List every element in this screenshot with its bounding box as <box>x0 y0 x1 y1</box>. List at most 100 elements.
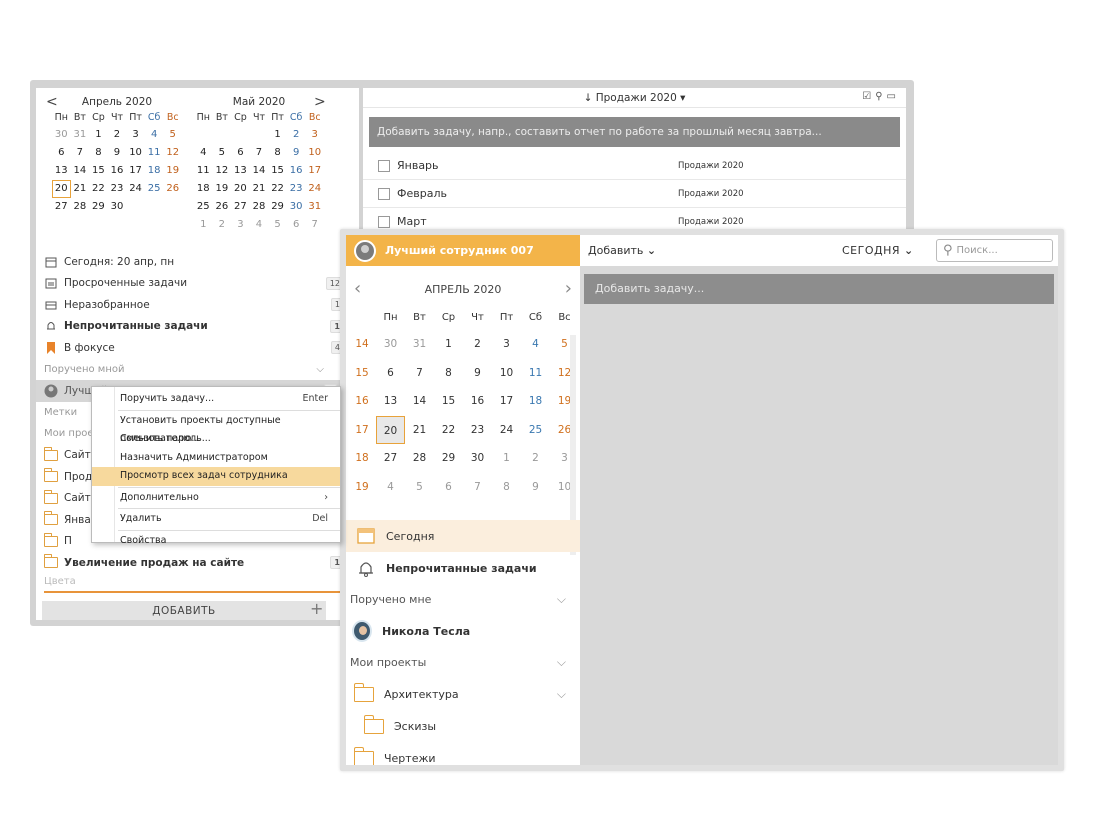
add-dropdown[interactable]: Добавить ⌄ <box>588 244 656 257</box>
current-user-header[interactable]: Лучший сотрудник 007 <box>346 235 580 266</box>
calendar-day[interactable]: 10 <box>492 359 521 388</box>
calendar-day[interactable]: 13 <box>52 162 71 180</box>
sidebar-item-focus[interactable]: В фокусе 4 <box>44 337 344 359</box>
project-sketches[interactable]: Эскизы <box>346 710 580 742</box>
calendar-day[interactable]: 20 <box>231 180 250 198</box>
calendar-day[interactable]: 20 <box>376 415 405 444</box>
add-task-input[interactable]: Добавить задачу, напр., составить отчет … <box>369 117 900 147</box>
calendar-day[interactable]: 20 <box>52 180 71 198</box>
sidebar-item-unsorted[interactable]: Неразобранное 1 <box>44 294 344 316</box>
calendar-day[interactable]: 7 <box>305 216 324 234</box>
menu-item-assign-task[interactable]: Поручить задачу... Enter <box>92 390 340 409</box>
calendar-day[interactable]: 12 <box>163 144 182 162</box>
calendar-day[interactable]: 18 <box>145 162 164 180</box>
calendar-day[interactable]: 25 <box>145 180 164 198</box>
calendar-day[interactable]: 25 <box>194 198 213 216</box>
calendar-day[interactable]: 31 <box>405 330 434 359</box>
calendar-day[interactable]: 21 <box>250 180 269 198</box>
calendar-day[interactable]: 4 <box>521 330 550 359</box>
menu-item-make-admin[interactable]: Назначить Администратором <box>92 449 340 468</box>
calendar-day[interactable]: 27 <box>231 198 250 216</box>
calendar-day[interactable]: 19 <box>163 162 182 180</box>
calendar-day[interactable]: 26 <box>213 198 232 216</box>
calendar-day[interactable]: 31 <box>71 126 90 144</box>
calendar-day[interactable]: 2 <box>463 330 492 359</box>
calendar-day[interactable]: 19 <box>213 180 232 198</box>
project-architecture[interactable]: Архитектура ⌵ <box>346 678 580 710</box>
section-colors[interactable]: Цвета <box>44 574 344 590</box>
calendar-day[interactable]: 6 <box>231 144 250 162</box>
calendar-day[interactable]: 14 <box>250 162 269 180</box>
calendar-day[interactable]: 6 <box>434 473 463 502</box>
menu-item-properties[interactable]: Свойства <box>92 532 340 551</box>
calendar-day[interactable]: 28 <box>405 444 434 473</box>
calendar-day[interactable]: 9 <box>108 144 127 162</box>
calendar-day[interactable]: 24 <box>492 416 521 445</box>
calendar-day[interactable]: 14 <box>71 162 90 180</box>
calendar-day[interactable]: 18 <box>521 387 550 416</box>
calendar-day[interactable]: 23 <box>108 180 127 198</box>
calendar-day[interactable]: 6 <box>287 216 306 234</box>
sidebar-item-unread[interactable]: Непрочитанные задачи 1 <box>44 316 344 338</box>
today-dropdown[interactable]: СЕГОДНЯ ⌄ <box>842 244 914 257</box>
calendar-day[interactable]: 17 <box>492 387 521 416</box>
calendar-day[interactable]: 27 <box>52 198 71 216</box>
calendar-day[interactable]: 22 <box>434 416 463 445</box>
section-assigned-to-me[interactable]: Поручено мне ⌵ <box>346 584 580 615</box>
task-checkbox[interactable] <box>378 159 390 172</box>
menu-item-set-projects[interactable]: Установить проекты доступные пользовател… <box>92 412 340 445</box>
calendar-day[interactable]: 9 <box>463 359 492 388</box>
calendar-day[interactable]: 2 <box>108 126 127 144</box>
task-row[interactable]: Январь Продажи 2020 <box>363 152 906 180</box>
calendar-day[interactable]: 5 <box>405 473 434 502</box>
calendar-day[interactable]: 13 <box>231 162 250 180</box>
plus-icon[interactable]: + <box>310 599 323 618</box>
calendar-day[interactable]: 23 <box>287 180 306 198</box>
sidebar-item-overdue[interactable]: Просроченные задачи 12 <box>44 273 344 295</box>
calendar-day[interactable]: 21 <box>71 180 90 198</box>
calendar-day[interactable]: 15 <box>268 162 287 180</box>
calendar-icon[interactable]: ▭ <box>887 91 896 102</box>
sidebar-item-unread[interactable]: Непрочитанные задачи <box>346 552 580 584</box>
calendar-day[interactable]: 5 <box>268 216 287 234</box>
calendar-day[interactable]: 30 <box>463 444 492 473</box>
calendar-day[interactable]: 5 <box>213 144 232 162</box>
chevron-right-icon[interactable]: › <box>565 277 572 301</box>
calendar-day[interactable]: 2 <box>521 444 550 473</box>
calendar-day[interactable]: 7 <box>250 144 269 162</box>
calendar-day[interactable]: 14 <box>405 387 434 416</box>
calendar-day[interactable]: 3 <box>492 330 521 359</box>
calendar-day[interactable]: 30 <box>376 330 405 359</box>
project-title-dropdown[interactable]: ↓ Продажи 2020 ▾ <box>584 92 686 104</box>
menu-item-view-all-tasks[interactable]: Просмотр всех задач сотрудника <box>92 467 340 486</box>
calendar-day[interactable]: 7 <box>463 473 492 502</box>
section-assigned-by-me[interactable]: Поручено мной ⌵ <box>44 359 344 381</box>
calendar-day[interactable]: 24 <box>126 180 145 198</box>
sidebar-item-person[interactable]: Никола Тесла <box>346 615 580 647</box>
calendar-day[interactable]: 28 <box>71 198 90 216</box>
calendar-day[interactable]: 16 <box>287 162 306 180</box>
search-icon[interactable]: ⚲ <box>875 91 882 102</box>
search-input[interactable]: ⚲ Поиск... <box>936 239 1053 262</box>
calendar-day[interactable]: 30 <box>108 198 127 216</box>
calendar-day[interactable]: 2 <box>287 126 306 144</box>
calendar-day[interactable]: 9 <box>287 144 306 162</box>
calendar-day[interactable]: 27 <box>376 444 405 473</box>
calendar-day[interactable]: 1 <box>492 444 521 473</box>
calendar-day[interactable]: 3 <box>126 126 145 144</box>
calendar-day[interactable]: 13 <box>376 387 405 416</box>
calendar-day[interactable]: 10 <box>126 144 145 162</box>
calendar-day[interactable]: 12 <box>213 162 232 180</box>
calendar-day[interactable]: 30 <box>287 198 306 216</box>
calendar-day[interactable]: 17 <box>126 162 145 180</box>
calendar-day[interactable]: 3 <box>231 216 250 234</box>
menu-item-change-password[interactable]: Сменить пароль... <box>92 430 340 449</box>
calendar-day[interactable]: 16 <box>463 387 492 416</box>
calendar-day[interactable]: 25 <box>521 416 550 445</box>
calendar-day[interactable]: 9 <box>521 473 550 502</box>
calendar-day[interactable]: 4 <box>376 473 405 502</box>
calendar-day[interactable]: 30 <box>52 126 71 144</box>
calendar-day[interactable]: 4 <box>250 216 269 234</box>
calendar-day[interactable]: 7 <box>405 359 434 388</box>
sidebar-item-today[interactable]: Сегодня <box>346 520 580 552</box>
